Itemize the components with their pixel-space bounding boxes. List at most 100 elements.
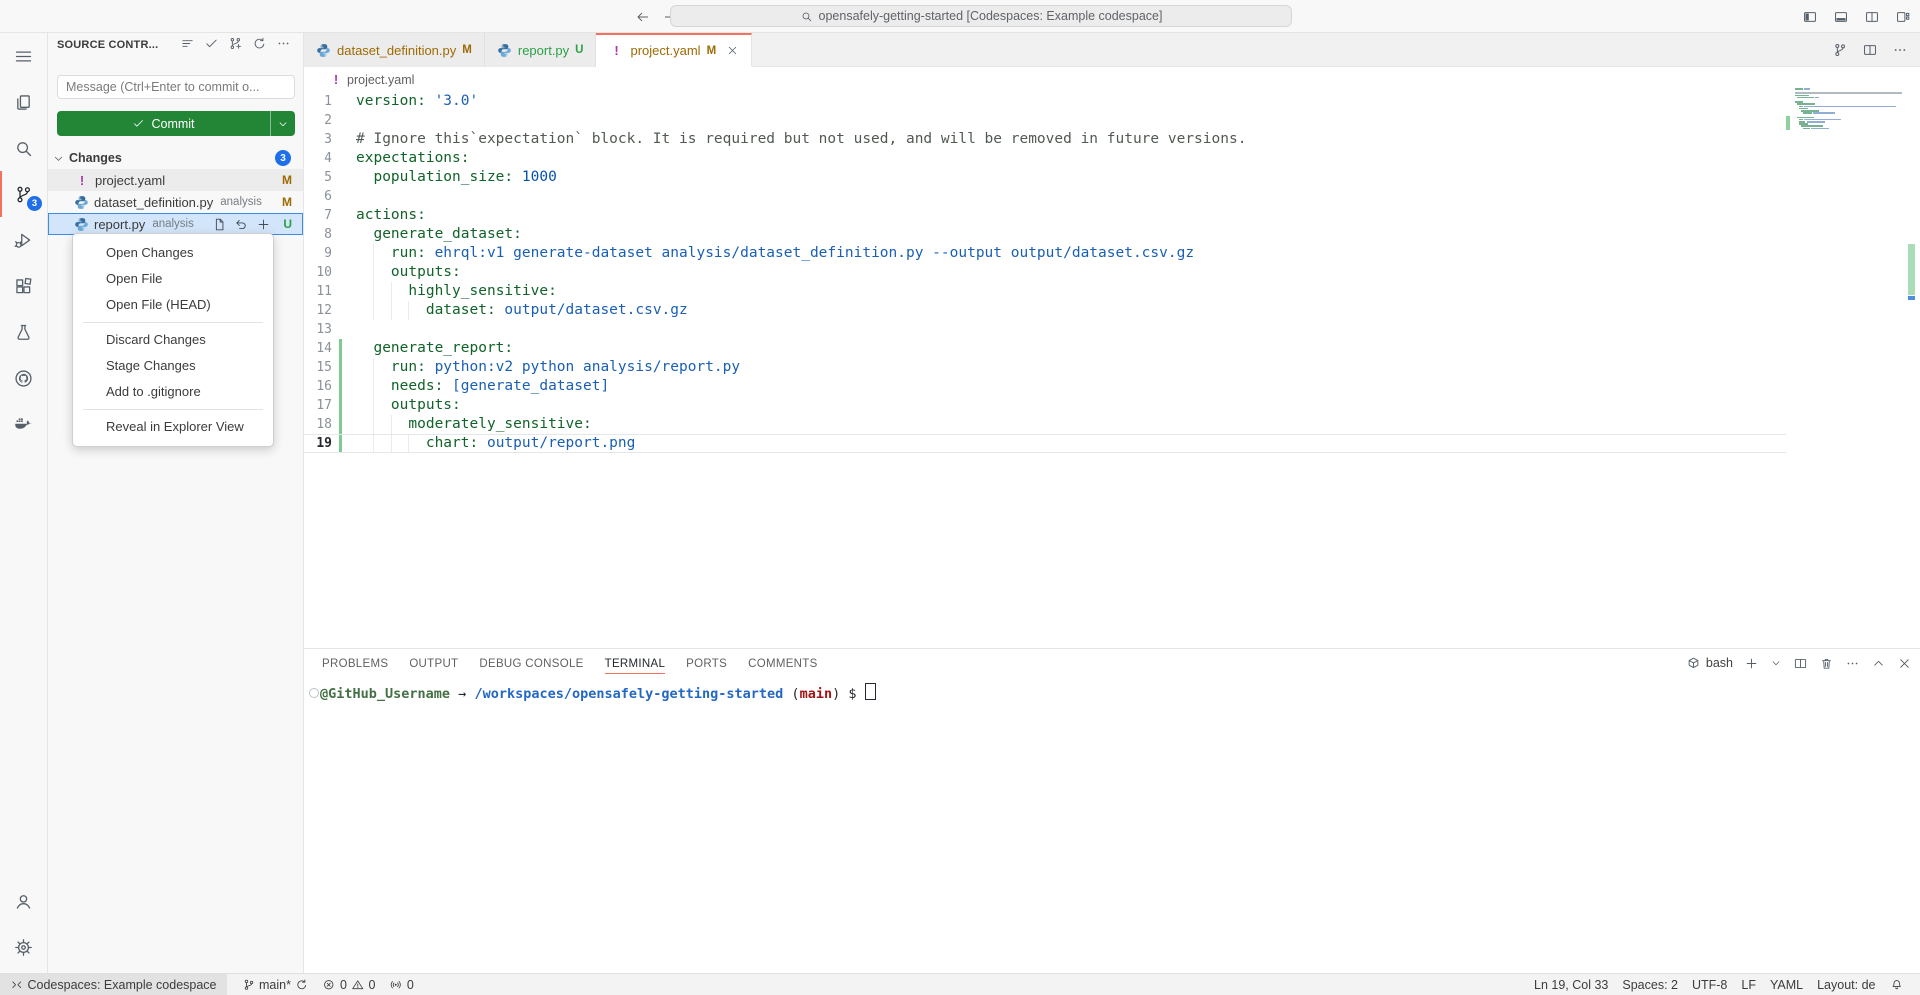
changed-file-dataset-definition[interactable]: dataset_definition.py analysis M xyxy=(48,191,303,213)
more-actions-icon[interactable] xyxy=(1845,656,1860,671)
split-editor-icon[interactable] xyxy=(1862,42,1878,58)
cursor-position-indicator[interactable]: Ln 19, Col 33 xyxy=(1527,974,1615,995)
tab-comments[interactable]: COMMENTS xyxy=(748,653,817,674)
tab-report-py[interactable]: report.py U xyxy=(485,33,597,67)
sidebar-item-github[interactable] xyxy=(0,355,47,401)
commit-dropdown-button[interactable] xyxy=(270,111,295,136)
minimap-line xyxy=(1804,88,1809,90)
code-line-14[interactable]: 14 generate_report: xyxy=(304,339,1920,358)
more-actions-icon[interactable] xyxy=(276,36,291,51)
tab-ports[interactable]: PORTS xyxy=(686,653,727,674)
code-line-16[interactable]: 16 needs: [generate_dataset] xyxy=(304,377,1920,396)
menu-item-add-to-gitignore[interactable]: Add to .gitignore xyxy=(73,379,273,405)
changed-file-project-yaml[interactable]: project.yaml M xyxy=(48,169,303,191)
editor-group: dataset_definition.py M report.py U proj… xyxy=(304,33,1920,648)
code-line-1[interactable]: 1version: '3.0' xyxy=(304,92,1920,111)
terminal-dropdown-icon[interactable] xyxy=(1770,657,1782,669)
discard-changes-icon[interactable] xyxy=(234,217,249,232)
customize-layout-button[interactable] xyxy=(1889,4,1916,29)
open-file-icon[interactable] xyxy=(212,217,227,232)
code-line-11[interactable]: 11 highly_sensitive: xyxy=(304,282,1920,301)
breadcrumb[interactable]: project.yaml xyxy=(304,67,1920,92)
ports-indicator[interactable]: 0 xyxy=(382,974,420,995)
indentation-indicator[interactable]: Spaces: 2 xyxy=(1615,974,1685,995)
code-line-10[interactable]: 10 outputs: xyxy=(304,263,1920,282)
sidebar-item-search[interactable] xyxy=(0,125,47,171)
sidebar-item-run-debug[interactable] xyxy=(0,217,47,263)
branch-indicator[interactable]: main* xyxy=(235,974,316,995)
tab-output[interactable]: OUTPUT xyxy=(409,653,458,674)
tab-dataset-definition[interactable]: dataset_definition.py M xyxy=(304,33,485,67)
keyboard-layout-indicator[interactable]: Layout: de xyxy=(1810,974,1882,995)
notifications-bell[interactable] xyxy=(1883,974,1911,995)
terminal-instance-item[interactable]: bash xyxy=(1686,656,1733,671)
stage-changes-icon[interactable] xyxy=(256,217,271,232)
commit-button[interactable]: Commit xyxy=(57,111,295,136)
sidebar-item-docker[interactable] xyxy=(0,401,47,447)
split-terminal-icon[interactable] xyxy=(1793,656,1808,671)
code-line-2[interactable]: 2 xyxy=(304,111,1920,130)
menu-item-stage-changes[interactable]: Stage Changes xyxy=(73,353,273,379)
nav-back-button[interactable] xyxy=(630,4,655,29)
changes-section-header[interactable]: Changes 3 xyxy=(48,147,303,169)
code-line-17[interactable]: 17 outputs: xyxy=(304,396,1920,415)
language-mode-indicator[interactable]: YAML xyxy=(1763,974,1810,995)
eol-indicator[interactable]: LF xyxy=(1734,974,1763,995)
sidebar-item-extensions[interactable] xyxy=(0,263,47,309)
commit-check-icon[interactable] xyxy=(204,36,219,51)
sidebar-item-testing[interactable] xyxy=(0,309,47,355)
menu-item-reveal-in-explorer[interactable]: Reveal in Explorer View xyxy=(73,414,273,440)
minimap[interactable] xyxy=(1790,88,1906,528)
code-line-18[interactable]: 18 moderately_sensitive: xyxy=(304,415,1920,434)
code-area[interactable]: 1version: '3.0'23# Ignore this`expectati… xyxy=(304,92,1920,648)
more-actions-icon[interactable] xyxy=(1892,42,1908,58)
minimap-line xyxy=(1815,97,1819,99)
encoding-indicator[interactable]: UTF-8 xyxy=(1685,974,1734,995)
toggle-panel-button[interactable] xyxy=(1827,4,1854,29)
code-line-7[interactable]: 7actions: xyxy=(304,206,1920,225)
refresh-icon[interactable] xyxy=(252,36,267,51)
menu-item-discard-changes[interactable]: Discard Changes xyxy=(73,327,273,353)
commit-message-input[interactable] xyxy=(57,75,295,99)
open-changes-icon[interactable] xyxy=(1832,42,1848,58)
git-status-badge: U xyxy=(283,217,292,231)
tab-debug-console[interactable]: DEBUG CONSOLE xyxy=(479,653,583,674)
branch-create-icon[interactable] xyxy=(228,36,243,51)
terminal-prompt[interactable]: @GitHub_Username → /workspaces/opensafel… xyxy=(320,683,876,704)
code-line-5[interactable]: 5 population_size: 1000 xyxy=(304,168,1920,187)
search-icon xyxy=(800,10,813,23)
kill-terminal-icon[interactable] xyxy=(1819,656,1834,671)
menu-item-open-file-head[interactable]: Open File (HEAD) xyxy=(73,292,273,318)
maximize-panel-icon[interactable] xyxy=(1871,656,1886,671)
code-line-6[interactable]: 6 xyxy=(304,187,1920,206)
changed-file-report-py[interactable]: report.py analysis U xyxy=(48,213,303,235)
commit-button-main[interactable]: Commit xyxy=(57,111,270,136)
menu-item-open-file[interactable]: Open File xyxy=(73,266,273,292)
sidebar-item-explorer[interactable] xyxy=(0,79,47,125)
code-line-15[interactable]: 15 run: python:v2 python analysis/report… xyxy=(304,358,1920,377)
menu-item-open-changes[interactable]: Open Changes xyxy=(73,240,273,266)
close-panel-icon[interactable] xyxy=(1897,656,1912,671)
editor-tab-bar: dataset_definition.py M report.py U proj… xyxy=(304,33,1920,67)
tab-problems[interactable]: PROBLEMS xyxy=(322,653,388,674)
code-line-13[interactable]: 13 xyxy=(304,320,1920,339)
code-line-9[interactable]: 9 run: ehrql:v1 generate-dataset analysi… xyxy=(304,244,1920,263)
settings-button[interactable] xyxy=(0,924,47,970)
code-line-3[interactable]: 3# Ignore this`expectation` block. It is… xyxy=(304,130,1920,149)
tab-terminal[interactable]: TERMINAL xyxy=(605,653,666,674)
application-menu-button[interactable] xyxy=(0,33,47,79)
code-line-12[interactable]: 12 dataset: output/dataset.csv.gz xyxy=(304,301,1920,320)
command-center-search[interactable]: opensafely-getting-started [Codespaces: … xyxy=(670,5,1292,27)
remote-indicator[interactable]: Codespaces: Example codespace xyxy=(0,974,227,995)
accounts-button[interactable] xyxy=(0,878,47,924)
view-and-sort-icon[interactable] xyxy=(180,36,195,51)
tab-project-yaml[interactable]: project.yaml M xyxy=(596,33,752,67)
new-terminal-icon[interactable] xyxy=(1744,656,1759,671)
code-line-8[interactable]: 8 generate_dataset: xyxy=(304,225,1920,244)
split-editor-layout-button[interactable] xyxy=(1858,4,1885,29)
sidebar-item-source-control[interactable]: 3 xyxy=(0,171,47,217)
tab-close-button[interactable] xyxy=(726,44,739,57)
toggle-sidebar-button[interactable] xyxy=(1796,4,1823,29)
problems-indicator[interactable]: 0 0 xyxy=(315,974,382,995)
code-line-4[interactable]: 4expectations: xyxy=(304,149,1920,168)
